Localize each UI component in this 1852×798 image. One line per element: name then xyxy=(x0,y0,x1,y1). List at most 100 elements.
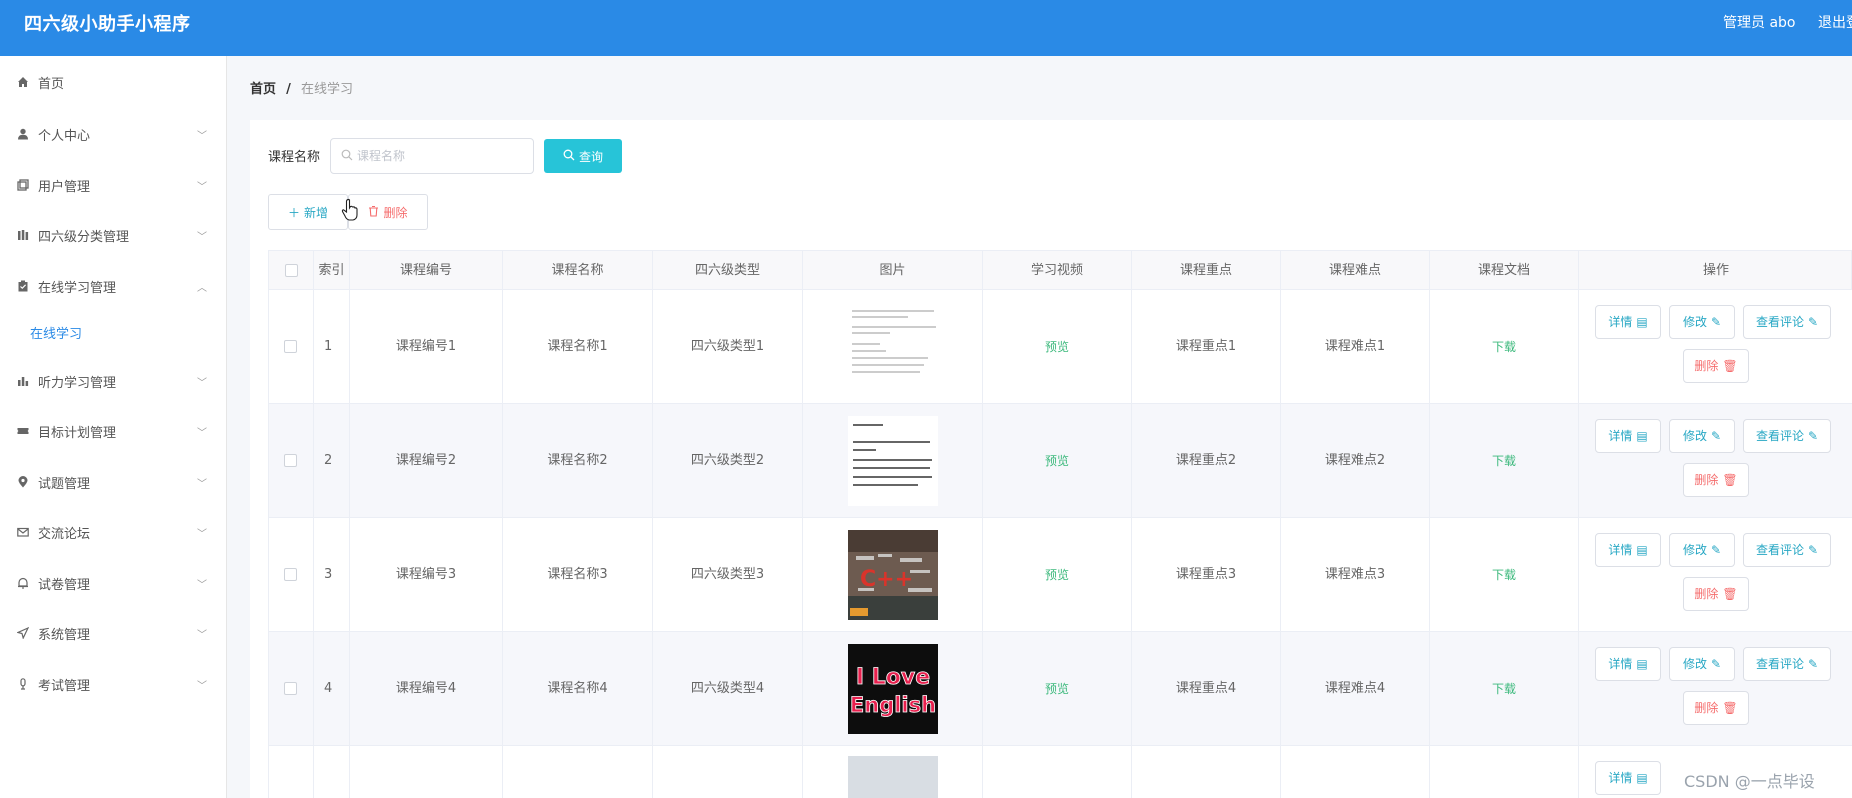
row-delete-button[interactable]: 删除 🗑 xyxy=(1683,349,1749,383)
row-doc-download-link[interactable]: 下载 xyxy=(1430,290,1579,404)
edit-icon: ✎ xyxy=(1807,657,1819,671)
partial-thumbnail-image[interactable] xyxy=(848,756,938,798)
row-course-code: 课程编号3 xyxy=(350,518,503,632)
sidebar-item-forum[interactable]: 交流论坛 ﹀ xyxy=(0,512,227,552)
row-select-cell xyxy=(269,746,314,798)
header-select-all[interactable] xyxy=(269,251,314,291)
document-icon: ▤ xyxy=(1636,657,1648,671)
header-cet-type: 四六级类型 xyxy=(653,251,803,291)
user-icon xyxy=(16,127,30,141)
sidebar-item-users[interactable]: 用户管理 ﹀ xyxy=(0,165,227,205)
logout-link[interactable]: 退出登 xyxy=(1818,12,1852,32)
detail-button[interactable]: 详情 ▤ xyxy=(1595,419,1661,453)
detail-button-label: 详情 xyxy=(1608,771,1633,785)
select-all-checkbox[interactable] xyxy=(285,264,298,277)
add-button[interactable]: ＋ 新增 xyxy=(268,194,348,230)
view-comments-button[interactable]: 查看评论 ✎ xyxy=(1743,533,1831,567)
clipboard-icon xyxy=(16,279,30,293)
row-video-preview-link[interactable]: 预览 xyxy=(983,290,1132,404)
row-actions-cell: 详情 ▤ 修改 ✎ 查看评论 ✎ 删除 🗑 xyxy=(1579,632,1852,746)
row-checkbox[interactable] xyxy=(284,682,297,695)
detail-button-label: 详情 xyxy=(1608,315,1633,329)
document-icon: ▤ xyxy=(1636,315,1648,329)
trash-icon xyxy=(368,205,379,220)
view-comments-button[interactable]: 查看评论 ✎ xyxy=(1743,419,1831,453)
row-video-cell xyxy=(983,746,1132,798)
view-comments-button[interactable]: 查看评论 ✎ xyxy=(1743,305,1831,339)
row-course-name: 课程名称4 xyxy=(503,632,653,746)
row-cet-type: 四六级类型1 xyxy=(653,290,803,404)
edit-button[interactable]: 修改 ✎ xyxy=(1669,533,1735,567)
row-delete-button[interactable]: 删除 🗑 xyxy=(1683,463,1749,497)
search-icon xyxy=(563,149,575,164)
row-doc-download-link[interactable]: 下载 xyxy=(1430,518,1579,632)
row-key-points: 课程重点3 xyxy=(1132,518,1281,632)
view-comments-label: 查看评论 xyxy=(1755,657,1804,671)
sidebar-item-exam[interactable]: 考试管理 ﹀ xyxy=(0,664,227,704)
sidebar-item-questions[interactable]: 试题管理 ﹀ xyxy=(0,462,227,502)
detail-button-label: 详情 xyxy=(1608,543,1633,557)
row-checkbox[interactable] xyxy=(284,340,297,353)
detail-button[interactable]: 详情 ▤ xyxy=(1595,305,1661,339)
sidebar: 首页 个人中心 ﹀ 用户管理 ﹀ 四六级分类管理 ﹀ 在线学习管理 ︿ 在线学习… xyxy=(0,56,227,798)
mail-icon xyxy=(16,525,30,539)
row-key-points: 课程重点4 xyxy=(1132,632,1281,746)
row-delete-button[interactable]: 删除 🗑 xyxy=(1683,691,1749,725)
sidebar-item-papers[interactable]: 试卷管理 ﹀ xyxy=(0,563,227,603)
detail-button[interactable]: 详情 ▤ xyxy=(1595,761,1661,795)
edit-button[interactable]: 修改 ✎ xyxy=(1669,647,1735,681)
view-comments-button[interactable]: 查看评论 ✎ xyxy=(1743,647,1831,681)
row-select-cell xyxy=(269,290,314,404)
search-field[interactable] xyxy=(330,138,534,174)
row-image-cell: I Love English xyxy=(803,632,983,746)
sidebar-item-profile[interactable]: 个人中心 ﹀ xyxy=(0,114,227,154)
search-input[interactable] xyxy=(357,145,527,167)
edit-button[interactable]: 修改 ✎ xyxy=(1669,419,1735,453)
row-delete-label: 删除 xyxy=(1694,587,1719,601)
sidebar-item-label: 四六级分类管理 xyxy=(38,229,130,245)
ticket-icon xyxy=(16,424,30,438)
sidebar-subitem-online-study[interactable]: 在线学习 xyxy=(0,312,227,352)
header-course-name: 课程名称 xyxy=(503,251,653,291)
text-page-image[interactable] xyxy=(848,302,938,392)
chevron-down-icon: ﹀ xyxy=(197,479,207,490)
row-checkbox[interactable] xyxy=(284,568,297,581)
delete-button[interactable]: 删除 xyxy=(348,194,428,230)
chevron-down-icon: ﹀ xyxy=(197,529,207,540)
edit-button[interactable]: 修改 ✎ xyxy=(1669,305,1735,339)
sidebar-item-system[interactable]: 系统管理 ﹀ xyxy=(0,613,227,653)
query-button[interactable]: 查询 xyxy=(544,139,622,173)
edit-icon: ✎ xyxy=(1807,543,1819,557)
edit-button-label: 修改 xyxy=(1682,315,1707,329)
breadcrumb: 首页 / 在线学习 xyxy=(250,78,353,97)
i-love-english-image[interactable]: I Love English xyxy=(848,644,938,734)
location-icon xyxy=(16,475,30,489)
table-row: 4 课程编号4 课程名称4 四六级类型4 I Love English 预览 课… xyxy=(268,632,1852,746)
row-delete-label: 删除 xyxy=(1694,359,1719,373)
sidebar-item-category[interactable]: 四六级分类管理 ﹀ xyxy=(0,215,227,255)
detail-button[interactable]: 详情 ▤ xyxy=(1595,647,1661,681)
breadcrumb-home[interactable]: 首页 xyxy=(250,82,276,97)
row-video-preview-link[interactable]: 预览 xyxy=(983,632,1132,746)
row-checkbox[interactable] xyxy=(284,454,297,467)
edit-button-label: 修改 xyxy=(1682,429,1707,443)
row-video-preview-link[interactable]: 预览 xyxy=(983,404,1132,518)
row-course-code: 课程编号1 xyxy=(350,290,503,404)
bar-chart-icon xyxy=(16,374,30,388)
sidebar-item-goals[interactable]: 目标计划管理 ﹀ xyxy=(0,411,227,451)
row-delete-button[interactable]: 删除 🗑 xyxy=(1683,577,1749,611)
trash-icon: 🗑 xyxy=(1722,473,1738,487)
table-row: 2 课程编号2 课程名称2 四六级类型2 预览 课程重点2 课程难点2 下载 详… xyxy=(268,404,1852,518)
text-card-image[interactable] xyxy=(848,416,938,506)
sidebar-item-listening[interactable]: 听力学习管理 ﹀ xyxy=(0,361,227,401)
cpp-wordcloud-image[interactable]: C++ xyxy=(848,530,938,620)
row-video-preview-link[interactable]: 预览 xyxy=(983,518,1132,632)
sidebar-item-label: 交流论坛 xyxy=(38,526,91,542)
sidebar-item-home[interactable]: 首页 xyxy=(0,62,227,102)
detail-button[interactable]: 详情 ▤ xyxy=(1595,533,1661,567)
chevron-up-icon: ︿ xyxy=(197,283,207,294)
row-doc-download-link[interactable]: 下载 xyxy=(1430,404,1579,518)
view-comments-label: 查看评论 xyxy=(1755,315,1804,329)
sidebar-item-online-study[interactable]: 在线学习管理 ︿ xyxy=(0,266,227,306)
row-doc-download-link[interactable]: 下载 xyxy=(1430,632,1579,746)
